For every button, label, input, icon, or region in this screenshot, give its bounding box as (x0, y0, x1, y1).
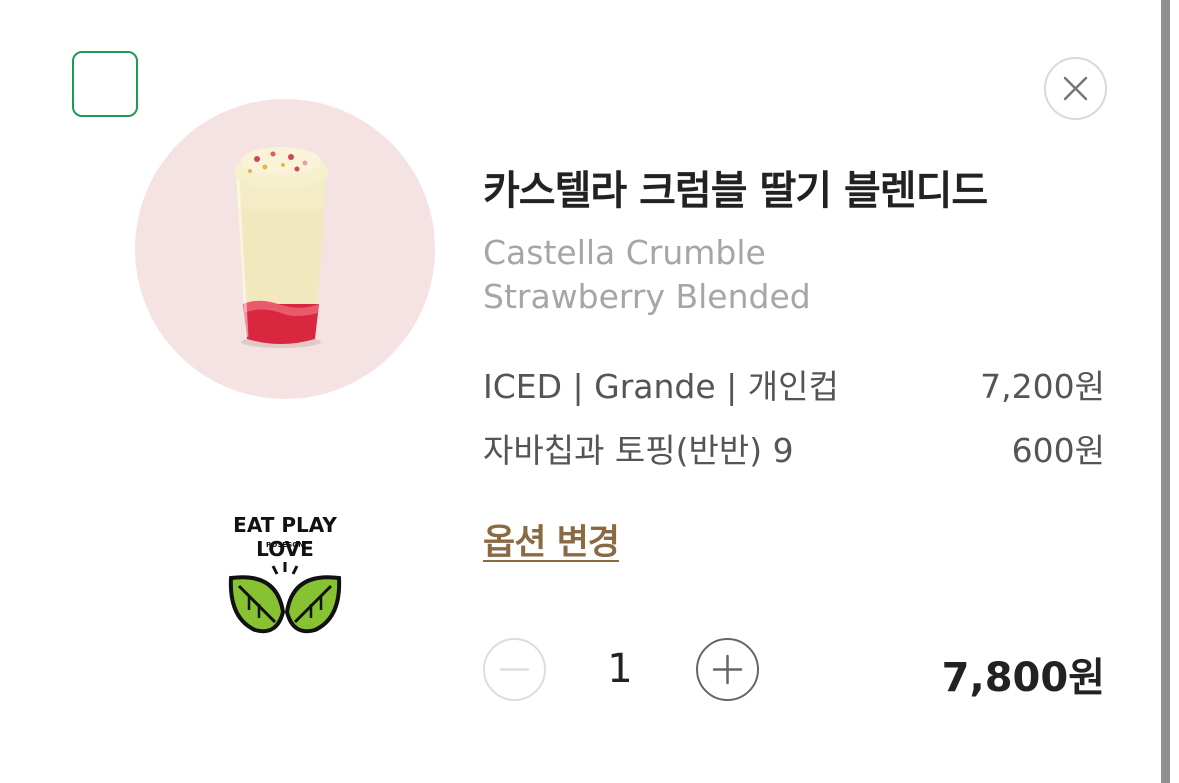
option-price: 600원 (1011, 431, 1105, 470)
option-row: ICED | Grande | 개인컵 7,200원 (483, 360, 1105, 410)
drink-illustration (234, 147, 328, 348)
scrollbar[interactable] (1160, 0, 1179, 783)
option-price: 7,200원 (980, 367, 1105, 406)
option-label: 자바칩과 토핑(반반) 9 (483, 431, 794, 470)
minus-icon (499, 668, 530, 671)
option-label: ICED | Grande | 개인컵 (483, 367, 839, 406)
change-option-link[interactable]: 옵션 변경 (483, 514, 620, 565)
brand-logo: EAT PLAY LOVE ROSESON (205, 508, 365, 648)
brand-subtitle: ROSESON (265, 541, 304, 549)
product-image (135, 99, 435, 399)
leaves-icon (228, 562, 342, 634)
close-icon (1063, 76, 1088, 101)
scrollbar-thumb[interactable] (1161, 0, 1170, 783)
select-item-checkbox[interactable] (72, 51, 138, 117)
plus-icon (712, 654, 743, 685)
product-name-english: Castella Crumble Strawberry Blended (483, 233, 811, 316)
product-name-korean: 카스텔라 크럼블 딸기 블렌디드 (483, 168, 988, 214)
increase-quantity-button[interactable] (696, 638, 759, 701)
option-row: 자바칩과 토핑(반반) 9 600원 (483, 424, 1105, 474)
cart-item-card: EAT PLAY LOVE ROSESON 카스텔라 크럼블 딸기 블렌디드 C… (0, 0, 1160, 783)
decrease-quantity-button[interactable] (483, 638, 546, 701)
brand-title: EAT PLAY LOVE (233, 513, 337, 561)
total-price: 7,800원 (941, 655, 1105, 701)
remove-item-button[interactable] (1044, 57, 1107, 120)
quantity-value: 1 (607, 646, 633, 692)
